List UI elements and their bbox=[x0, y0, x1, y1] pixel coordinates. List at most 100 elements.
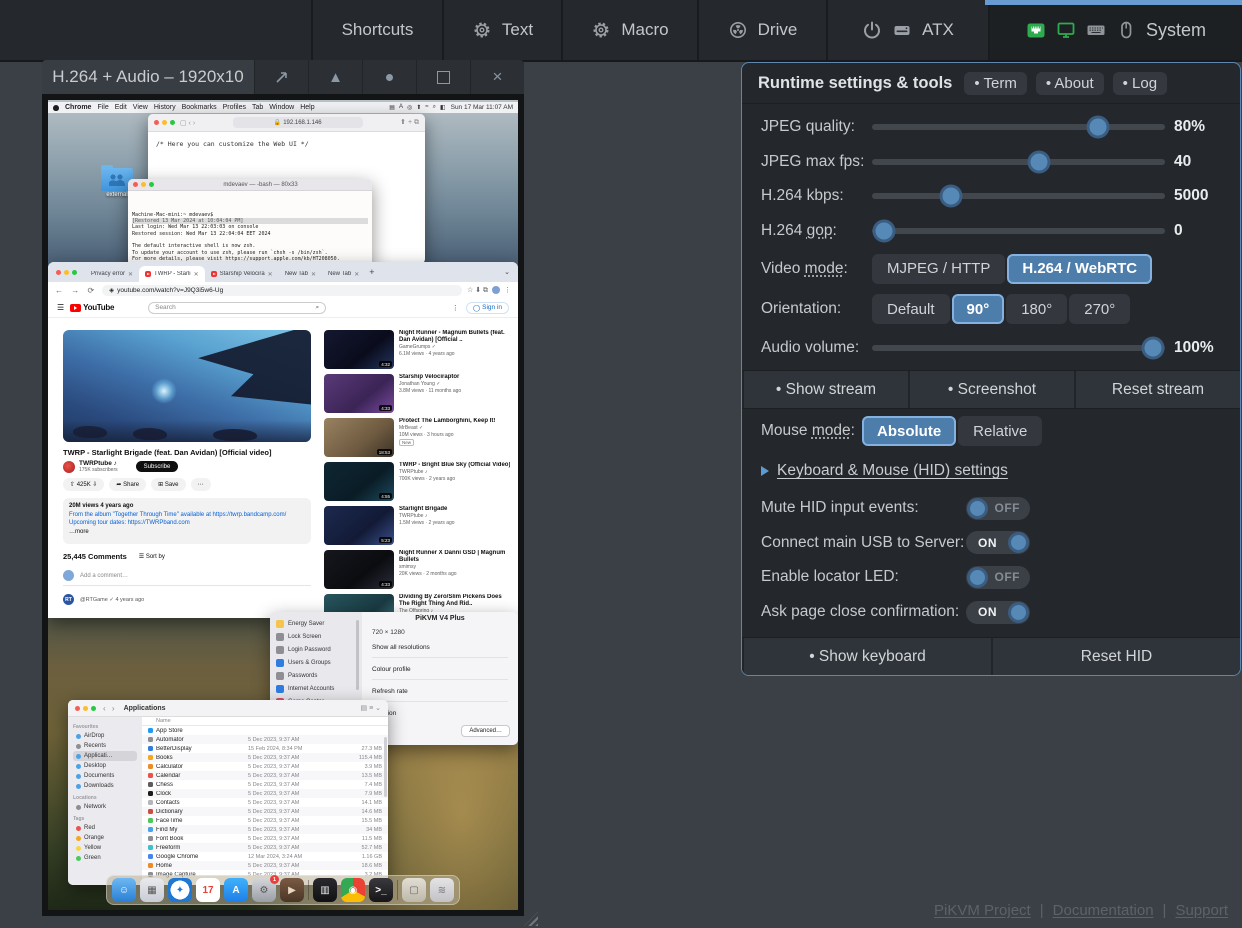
slider-thumb[interactable] bbox=[1028, 150, 1051, 173]
mac-status-icon[interactable]: ≈ bbox=[425, 104, 428, 111]
mac-status-icon[interactable]: ◎ bbox=[407, 104, 412, 111]
related-video-item[interactable]: 4:55 TWRP - Bright Blue Sky (Official Vi… bbox=[324, 462, 512, 501]
dock-app-icon[interactable]: ▦ bbox=[140, 878, 164, 902]
sort-by-button[interactable]: ☰ Sort by bbox=[139, 553, 165, 560]
finder-sidebar-item[interactable]: Favourites bbox=[73, 723, 137, 731]
column-header-name[interactable]: Name bbox=[142, 717, 388, 726]
settings-row[interactable]: Colour profile bbox=[372, 666, 508, 680]
toggle-switch[interactable]: OFF bbox=[966, 566, 1030, 589]
dock-app-icon[interactable]: ▢ bbox=[402, 878, 426, 902]
dock-app-icon[interactable] bbox=[397, 880, 398, 900]
finder-sidebar-item[interactable]: Documents bbox=[73, 771, 137, 781]
nav-drive[interactable]: Drive bbox=[697, 0, 826, 60]
dock-app-icon[interactable]: ▶ bbox=[280, 878, 304, 902]
slider-control[interactable] bbox=[872, 219, 1165, 243]
panel-footer-button[interactable]: Reset stream bbox=[1074, 371, 1240, 408]
profile-avatar[interactable] bbox=[492, 286, 500, 294]
settings-sidebar-item[interactable]: Energy Saver bbox=[276, 617, 358, 630]
mac-status-icon[interactable]: A bbox=[399, 104, 403, 111]
hid-settings-link[interactable]: Keyboard & Mouse (HID) settings bbox=[777, 462, 1008, 480]
video-thumbnail[interactable]: 18:53 bbox=[324, 418, 394, 457]
panel-header-button[interactable]: • Term bbox=[964, 72, 1026, 95]
finder-sidebar-item[interactable]: Applicati… bbox=[73, 751, 137, 761]
browser-tab[interactable]: New Tab ✕ bbox=[279, 266, 322, 282]
youtube-search-input[interactable]: Search ⌕ bbox=[148, 302, 326, 314]
address-bar[interactable]: ◈youtube.com/watch?v=J9Q3i5w6-Ug bbox=[102, 285, 462, 296]
terminal-titlebar[interactable]: mdevaev — -bash — 80x33 bbox=[128, 179, 372, 191]
toggle-knob[interactable] bbox=[967, 498, 988, 519]
mac-clock[interactable]: Sun 17 Mar 11:07 AM bbox=[451, 104, 513, 111]
toggle-knob[interactable] bbox=[1008, 602, 1029, 623]
panel-footer-button[interactable]: • Show stream bbox=[742, 371, 908, 408]
mac-menu-item[interactable]: File bbox=[97, 104, 108, 111]
finder-sidebar-item[interactable]: Recents bbox=[73, 741, 137, 751]
stream-fullscreen-button[interactable] bbox=[254, 60, 308, 94]
nav-text[interactable]: Text bbox=[442, 0, 561, 60]
file-row[interactable]: Contacts 5 Dec 2023, 9:37 AM 14.1 MB bbox=[142, 798, 388, 807]
mac-menu-item[interactable]: Window bbox=[269, 104, 294, 111]
finder-back-forward[interactable]: ‹ › bbox=[103, 704, 117, 713]
dock-app-icon[interactable]: ✦ bbox=[168, 878, 192, 902]
more-actions-button[interactable]: ⋯ bbox=[191, 478, 211, 491]
search-icon[interactable]: ⌕ bbox=[315, 304, 319, 312]
audio-volume-slider[interactable] bbox=[872, 336, 1165, 360]
toggle-knob[interactable] bbox=[967, 567, 988, 588]
mac-menu-item[interactable]: Chrome bbox=[65, 104, 91, 111]
mac-menu-item[interactable]: Profiles bbox=[223, 104, 246, 111]
mac-menu-item[interactable]: Bookmarks bbox=[182, 104, 217, 111]
slider-control[interactable] bbox=[872, 115, 1165, 139]
dock-app-icon[interactable] bbox=[308, 880, 309, 900]
mouse-mode-option[interactable]: Relative bbox=[958, 416, 1042, 446]
safari-actions[interactable]: ⬆ + ⧉ bbox=[400, 118, 419, 127]
mac-status-icon[interactable]: ⌕ bbox=[433, 104, 436, 111]
tab-close-icon[interactable]: ✕ bbox=[128, 271, 133, 278]
file-row[interactable]: Books 5 Dec 2023, 9:37 AM 115.4 MB bbox=[142, 753, 388, 762]
settings-sidebar-item[interactable]: Users & Groups bbox=[276, 656, 358, 669]
like-button[interactable]: ⇧ 425K ⇩ bbox=[63, 478, 104, 491]
tab-close-icon[interactable]: ✕ bbox=[354, 271, 359, 278]
finder-sidebar-item[interactable]: Tags bbox=[73, 815, 137, 823]
video-player[interactable] bbox=[63, 330, 311, 442]
settings-row[interactable]: Show all resolutions bbox=[372, 644, 508, 658]
finder-sidebar-item[interactable]: Desktop bbox=[73, 761, 137, 771]
file-row[interactable]: BetterDisplay 15 Feb 2024, 8:34 PM 27.3 … bbox=[142, 744, 388, 753]
traffic-lights[interactable] bbox=[133, 182, 154, 187]
finder-sidebar-item[interactable]: Downloads bbox=[73, 781, 137, 791]
nav-system[interactable]: System bbox=[988, 0, 1242, 60]
mac-menubar[interactable]: ChromeFileEditViewHistoryBookmarksProfil… bbox=[48, 102, 518, 113]
file-row[interactable]: Font Book 5 Dec 2023, 9:37 AM 11.5 MB bbox=[142, 834, 388, 843]
chrome-window[interactable]: Privacy error ✕ TWRP - Starli ✕ bbox=[48, 262, 518, 618]
file-row[interactable]: Home 5 Dec 2023, 9:37 AM 18.6 MB bbox=[142, 861, 388, 870]
orientation-option[interactable]: 270° bbox=[1069, 294, 1130, 324]
new-tab-button[interactable]: + bbox=[369, 267, 374, 277]
subscribe-button[interactable]: Subscribe bbox=[136, 461, 179, 472]
finder-scrollbar[interactable] bbox=[384, 737, 387, 797]
file-row[interactable]: Dictionary 5 Dec 2023, 9:37 AM 14.6 MB bbox=[142, 807, 388, 816]
mac-status-icon[interactable]: ◧ bbox=[440, 104, 446, 111]
video-thumbnail[interactable]: 4:33 bbox=[324, 550, 394, 589]
dock-app-icon[interactable]: ⚙ 1 bbox=[252, 878, 276, 902]
nav-shortcuts[interactable]: Shortcuts bbox=[311, 0, 442, 60]
browser-tab[interactable]: New Tab ✕ bbox=[322, 266, 365, 282]
file-row[interactable]: Chess 5 Dec 2023, 9:37 AM 7.4 MB bbox=[142, 780, 388, 789]
panel-header-button[interactable]: • Log bbox=[1113, 72, 1167, 95]
finder-sidebar-item[interactable]: Red bbox=[73, 823, 137, 833]
panel-footer-button[interactable]: Reset HID bbox=[991, 638, 1240, 675]
finder-sidebar-item[interactable]: Orange bbox=[73, 833, 137, 843]
slider-thumb[interactable] bbox=[1086, 116, 1109, 139]
share-button[interactable]: ➦ Share bbox=[109, 478, 146, 491]
tab-search-caret[interactable]: ⌄ bbox=[504, 268, 514, 276]
orientation-option[interactable]: 180° bbox=[1006, 294, 1067, 324]
video-thumbnail[interactable]: 4:33 bbox=[324, 374, 394, 413]
channel-name[interactable]: TWRPtube ♪ bbox=[79, 460, 118, 467]
terminal-window[interactable]: mdevaev — -bash — 80x33 Machine-Mac-mini… bbox=[128, 179, 372, 270]
related-video-item[interactable]: 4:32 Night Runner - Magnum Bullets (feat… bbox=[324, 330, 512, 369]
stream-shrink-button[interactable] bbox=[362, 60, 416, 94]
finder-view-buttons[interactable]: ▤ ≡ ⌄ bbox=[361, 704, 381, 712]
add-comment-field[interactable]: Add a comment… bbox=[80, 573, 128, 579]
file-row[interactable]: Calculator 5 Dec 2023, 9:37 AM 3.9 MB bbox=[142, 762, 388, 771]
file-row[interactable]: App Store bbox=[142, 726, 388, 735]
finder-sidebar-item[interactable]: AirDrop bbox=[73, 731, 137, 741]
video-thumbnail[interactable]: 4:55 bbox=[324, 462, 394, 501]
slider-control[interactable] bbox=[872, 184, 1165, 208]
